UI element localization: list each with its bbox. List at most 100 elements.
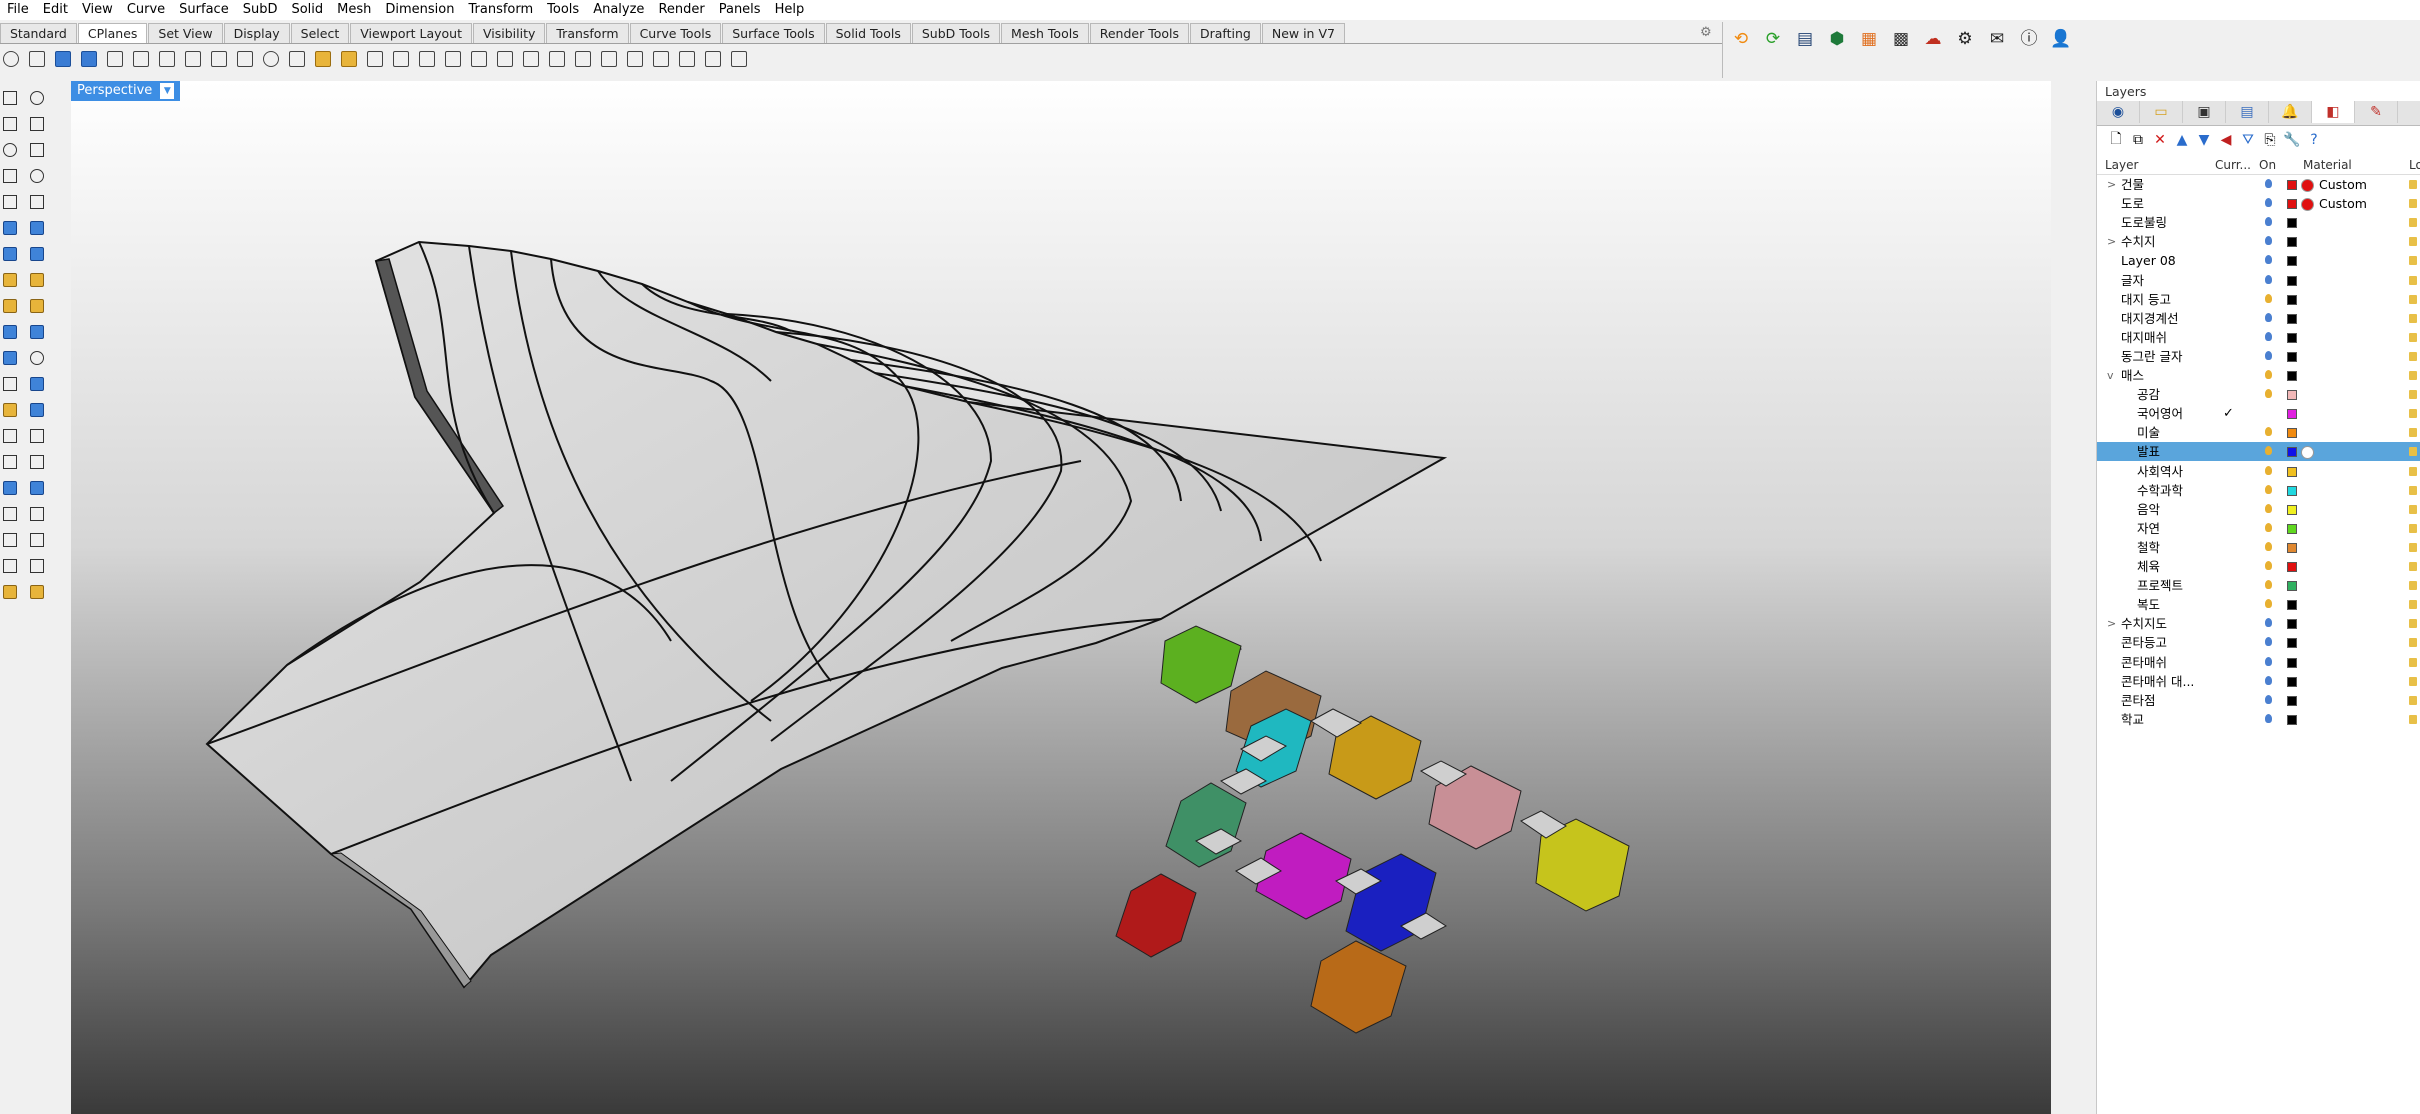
- help-icon[interactable]: ?: [2303, 132, 2325, 148]
- light-bulb-icon[interactable]: [2265, 580, 2272, 590]
- left-tool-icon[interactable]: [27, 348, 47, 368]
- lock-icon[interactable]: [2409, 581, 2417, 591]
- toolbar-tab[interactable]: Select: [290, 23, 350, 43]
- layer-name[interactable]: 콘타등고: [2121, 633, 2167, 652]
- layer-name[interactable]: 콘타매쉬: [2121, 653, 2167, 672]
- layer-row[interactable]: 도로불링: [2097, 213, 2420, 232]
- menu-item[interactable]: SubD: [236, 0, 285, 20]
- light-bulb-icon[interactable]: [2265, 274, 2272, 284]
- layer-row[interactable]: 대지 등고: [2097, 290, 2420, 309]
- layer-name[interactable]: 콘타매쉬 대...: [2121, 672, 2194, 691]
- toolbar-tool-icon[interactable]: [468, 48, 490, 70]
- layer-name[interactable]: 글자: [2121, 271, 2144, 290]
- layer-row[interactable]: > 수치지: [2097, 232, 2420, 251]
- lock-icon[interactable]: [2409, 256, 2417, 266]
- lock-icon[interactable]: [2409, 638, 2417, 648]
- layer-expander-icon[interactable]: >: [2107, 175, 2119, 194]
- layer-color-swatch[interactable]: [2287, 351, 2297, 362]
- toolbar-tab[interactable]: Drafting: [1190, 23, 1261, 43]
- toolbar-tab[interactable]: Mesh Tools: [1001, 23, 1089, 43]
- left-tool-icon[interactable]: [27, 218, 47, 238]
- user-icon[interactable]: 👤: [2048, 27, 2074, 51]
- viewport-perspective[interactable]: [71, 81, 2051, 1114]
- layer-row[interactable]: 콘타등고: [2097, 633, 2420, 652]
- lock-icon[interactable]: [2409, 237, 2417, 247]
- layer-name[interactable]: 학교: [2121, 710, 2144, 729]
- layer-color-swatch[interactable]: [2287, 256, 2297, 267]
- toolbar-tool-icon[interactable]: [312, 48, 334, 70]
- left-tool-icon[interactable]: [27, 166, 47, 186]
- left-tool-icon[interactable]: [27, 244, 47, 264]
- light-bulb-icon[interactable]: [2265, 599, 2272, 609]
- menu-item[interactable]: File: [0, 0, 36, 20]
- layer-row[interactable]: 발표: [2097, 442, 2420, 462]
- menu-item[interactable]: Curve: [120, 0, 172, 20]
- col-material[interactable]: Material: [2303, 158, 2352, 172]
- layer-color-swatch[interactable]: [2287, 199, 2297, 210]
- left-tool-icon[interactable]: [27, 374, 47, 394]
- toolbar-tab[interactable]: Visibility: [472, 23, 546, 43]
- layer-color-swatch[interactable]: [2287, 294, 2297, 305]
- left-tool-icon[interactable]: [0, 270, 20, 290]
- left-tool-icon[interactable]: [0, 530, 20, 550]
- layer-color-swatch[interactable]: [2287, 218, 2297, 229]
- left-tool-icon[interactable]: [0, 114, 20, 134]
- tab-materials-icon[interactable]: ✎: [2355, 101, 2398, 123]
- layer-row[interactable]: > 수치지도: [2097, 614, 2420, 633]
- left-tool-icon[interactable]: [0, 478, 20, 498]
- viewport-canvas[interactable]: [71, 81, 2051, 1114]
- layer-name[interactable]: 수치지도: [2121, 614, 2167, 633]
- lock-icon[interactable]: [2409, 714, 2417, 724]
- tab-layers-icon[interactable]: ◧: [2312, 101, 2355, 123]
- lock-icon[interactable]: [2409, 218, 2417, 228]
- layer-color-swatch[interactable]: [2287, 714, 2297, 725]
- toolbar-tool-icon[interactable]: [624, 48, 646, 70]
- layer-name[interactable]: 국어영어: [2137, 404, 2183, 423]
- layer-name[interactable]: 매스: [2121, 366, 2144, 385]
- left-tool-icon[interactable]: [0, 296, 20, 316]
- toolbar-tab[interactable]: Render Tools: [1089, 23, 1189, 43]
- layer-name[interactable]: 대지 등고: [2121, 290, 2171, 309]
- light-bulb-icon[interactable]: [2265, 236, 2272, 246]
- layer-name[interactable]: 발표: [2137, 442, 2160, 461]
- left-tool-icon[interactable]: [0, 192, 20, 212]
- layer-row[interactable]: 대지매쉬: [2097, 328, 2420, 347]
- delete-layer-icon[interactable]: ✕: [2149, 132, 2171, 148]
- left-tool-icon[interactable]: [27, 582, 47, 602]
- toolbar-tab[interactable]: Viewport Layout: [350, 23, 472, 43]
- layer-color-swatch[interactable]: [2287, 581, 2297, 592]
- layer-row[interactable]: v 매스: [2097, 366, 2420, 385]
- toolbar-tool-icon[interactable]: [390, 48, 412, 70]
- layer-color-swatch[interactable]: [2287, 600, 2297, 611]
- menu-item[interactable]: Panels: [712, 0, 768, 20]
- toolbar-tab[interactable]: New in V7: [1261, 23, 1345, 43]
- menu-item[interactable]: Surface: [172, 0, 236, 20]
- menu-item[interactable]: Edit: [36, 0, 75, 20]
- toolbar-tool-icon[interactable]: [598, 48, 620, 70]
- menu-item[interactable]: Solid: [284, 0, 330, 20]
- layer-name[interactable]: 미술: [2137, 423, 2160, 442]
- left-tool-icon[interactable]: [0, 166, 20, 186]
- layer-color-swatch[interactable]: [2287, 695, 2297, 706]
- left-tool-icon[interactable]: [27, 556, 47, 576]
- light-bulb-icon[interactable]: [2265, 331, 2272, 341]
- settings-icon[interactable]: ⚙: [1952, 27, 1978, 51]
- layer-name[interactable]: 도로불링: [2121, 213, 2167, 232]
- cloud-icon[interactable]: ☁: [1920, 27, 1946, 51]
- toolbar-tool-icon[interactable]: [130, 48, 152, 70]
- layer-color-swatch[interactable]: [2287, 638, 2297, 649]
- layer-name[interactable]: 도로: [2121, 194, 2144, 213]
- left-tool-icon[interactable]: [27, 530, 47, 550]
- left-tool-icon[interactable]: [27, 478, 47, 498]
- tab-render-icon[interactable]: ▤: [2226, 101, 2269, 123]
- layer-name[interactable]: 자연: [2137, 519, 2160, 538]
- lock-icon[interactable]: [2409, 351, 2417, 361]
- col-current[interactable]: Curr...: [2215, 158, 2251, 172]
- tab-notifications-icon[interactable]: 🔔: [2269, 101, 2312, 123]
- layer-color-swatch[interactable]: [2287, 313, 2297, 324]
- toolbar-tool-icon[interactable]: [234, 48, 256, 70]
- left-tool-icon[interactable]: [0, 140, 20, 160]
- left-tool-icon[interactable]: [27, 192, 47, 212]
- toolbar-tool-icon[interactable]: [104, 48, 126, 70]
- col-on[interactable]: On: [2259, 158, 2276, 172]
